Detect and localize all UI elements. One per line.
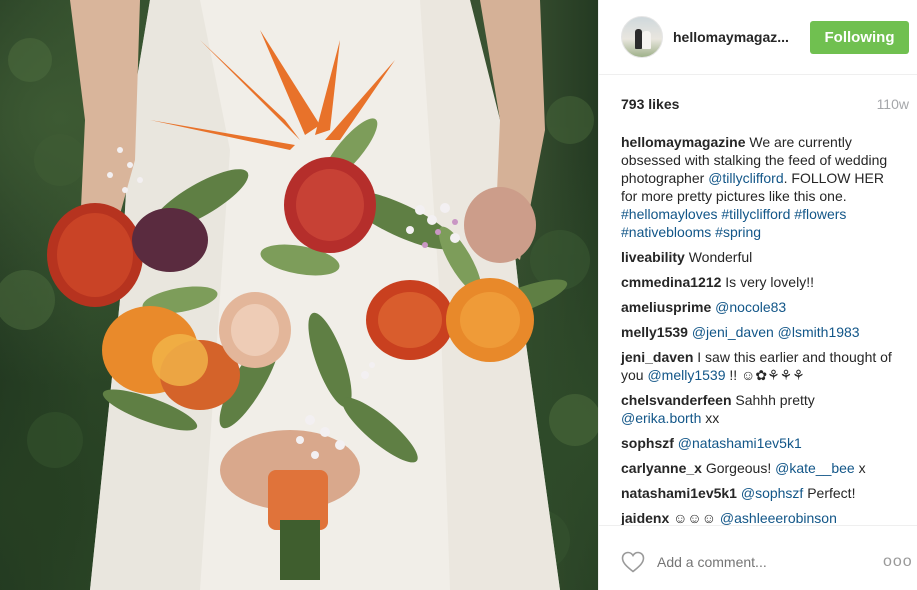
mention-link[interactable]: @nocole83 [715, 299, 786, 315]
hashtag-link[interactable]: #nativeblooms [621, 224, 711, 240]
mention-link[interactable]: @erika.borth [621, 410, 701, 426]
comment-text: Sahhh pretty [731, 392, 815, 408]
hashtag-link[interactable]: #spring [715, 224, 761, 240]
comment-text: Perfect! [803, 485, 856, 501]
comment-username[interactable]: natashami1ev5k1 [621, 485, 737, 501]
avatar[interactable] [621, 16, 663, 58]
comment-username[interactable]: chelsvanderfeen [621, 392, 732, 408]
mention-link[interactable]: @sophszf [741, 485, 803, 501]
mention-link[interactable]: @lsmith1983 [778, 324, 860, 340]
mention-link[interactable]: @kate__bee [775, 460, 855, 476]
comment-username[interactable]: jaidenx [621, 510, 669, 525]
comment-username[interactable]: hellomaymagazine [621, 134, 746, 150]
header-username[interactable]: hellomaymagaz... [673, 29, 810, 45]
hashtag-link[interactable]: #flowers [794, 206, 846, 222]
comment-item: liveability Wonderful [621, 248, 899, 266]
comment-item: natashami1ev5k1 @sophszf Perfect! [621, 484, 899, 502]
mention-link[interactable]: @tillyclifford [708, 170, 783, 186]
comment-item: cmmedina1212 Is very lovely!! [621, 273, 899, 291]
comment-text: !! ☺✿⚘⚘⚘ [725, 367, 805, 383]
comment-item: chelsvanderfeen Sahhh pretty @erika.bort… [621, 391, 899, 427]
hashtag-link[interactable]: #hellomayloves [621, 206, 718, 222]
comment-username[interactable]: ameliusprime [621, 299, 711, 315]
comment-text: ☺☺☺ [669, 510, 720, 526]
comment-username[interactable]: jeni_daven [621, 349, 693, 365]
comment-item: ameliusprime @nocole83 [621, 298, 899, 316]
comment-item: jeni_daven I saw this earlier and though… [621, 348, 899, 384]
comment-item: jaidenx ☺☺☺ @ashleeerobinson [621, 509, 899, 526]
comment-username[interactable]: sophszf [621, 435, 674, 451]
comment-username[interactable]: cmmedina1212 [621, 274, 721, 290]
comment-footer: ooo [599, 533, 917, 590]
post-photo[interactable] [0, 0, 598, 590]
following-button[interactable]: Following [810, 20, 909, 54]
comment-text: Is very lovely!! [721, 274, 814, 290]
post-side-panel: hellomaymagaz... Following 793 likes 110… [598, 0, 917, 590]
mention-link[interactable]: @ashleeerobinson [720, 510, 837, 525]
avatar-bride-shape [642, 31, 651, 49]
comment-text: x [854, 460, 866, 476]
bouquet-photo [0, 0, 598, 590]
comment-text: Wonderful [684, 249, 753, 265]
comment-text: xx [701, 410, 720, 426]
hashtag-link[interactable]: #tillyclifford [721, 206, 790, 222]
comment-item: sophszf @natashami1ev5k1 [621, 434, 899, 452]
heart-outline-icon[interactable] [621, 551, 645, 573]
likes-count[interactable]: 793 likes [621, 96, 679, 112]
add-comment-input[interactable] [657, 553, 883, 570]
comments-list[interactable]: hellomaymagazine We are currently obsess… [599, 133, 917, 526]
mention-link[interactable]: @jeni_daven [692, 324, 774, 340]
comment-username[interactable]: melly1539 [621, 324, 688, 340]
comment-item: melly1539 @jeni_daven @lsmith1983 [621, 323, 899, 341]
post-meta: 793 likes 110w [599, 75, 917, 133]
comment-username[interactable]: liveability [621, 249, 685, 265]
comment-item: carlyanne_x Gorgeous! @kate__bee x [621, 459, 899, 477]
comment-username[interactable]: carlyanne_x [621, 460, 702, 476]
caption: hellomaymagazine We are currently obsess… [621, 133, 899, 241]
avatar-groom-shape [635, 29, 642, 49]
more-options-icon[interactable]: ooo [883, 553, 912, 571]
mention-link[interactable]: @natashami1ev5k1 [678, 435, 802, 451]
comment-text: Gorgeous! [701, 460, 776, 476]
instagram-post: hellomaymagaz... Following 793 likes 110… [0, 0, 917, 590]
post-age[interactable]: 110w [877, 96, 909, 112]
mention-link[interactable]: @melly1539 [647, 367, 725, 383]
post-header: hellomaymagaz... Following [599, 0, 917, 75]
